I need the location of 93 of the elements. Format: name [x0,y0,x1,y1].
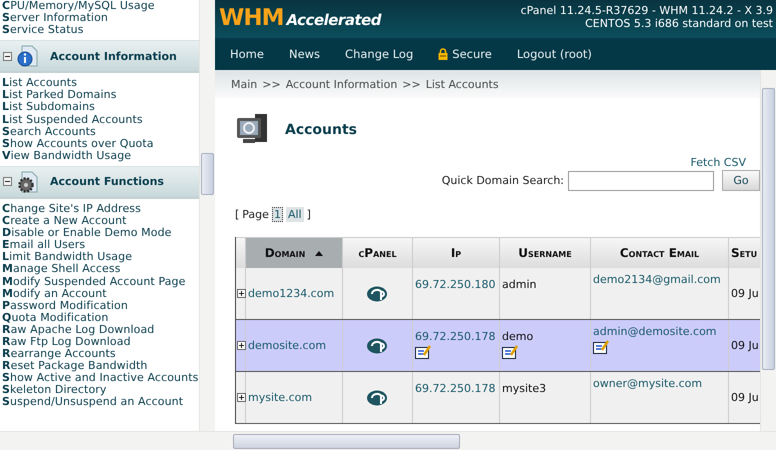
page-link[interactable]: 1 [272,207,283,222]
breadcrumb-separator: >> [402,78,421,90]
table-row[interactable]: demosite.com 69.72.250.178 demo admin@demosite.com 09 Ju [236,320,760,372]
sidebar-section-header[interactable]: Account Information [0,40,199,74]
ip-link[interactable]: 69.72.250.178 [415,382,497,395]
username: mysite3 [502,382,548,395]
sidebar-link[interactable]: Quota Modification [2,312,199,324]
nav-link[interactable]: Change Log [345,47,414,61]
setup-date: 09 Ju [731,391,760,404]
page-link[interactable]: All [286,207,304,222]
sidebar-link[interactable]: CPU/Memory/MySQL Usage [2,0,199,12]
edit-icon[interactable] [502,345,518,359]
sidebar-link[interactable]: Raw Ftp Log Download [2,336,199,348]
sidebar-link[interactable]: Modify an Account [2,288,199,300]
collapse-toggle-icon[interactable] [3,52,12,61]
column-header[interactable]: Setu [729,238,760,268]
nav-link[interactable]: Secure [438,47,492,61]
section-title: Account Functions [50,175,164,188]
horizontal-scrollbar[interactable] [215,431,776,450]
cp-logo-icon[interactable] [366,390,390,406]
sidebar-link[interactable]: Show Accounts over Quota [2,138,199,150]
ip-link[interactable]: 69.72.250.178 [415,330,497,343]
nav-link[interactable]: Logout (root) [516,47,592,61]
page-title: Accounts [285,122,358,138]
setup-date: 09 Ju [731,287,760,300]
username: demo [502,330,534,343]
nav-link[interactable]: Home [230,47,264,61]
expand-icon[interactable] [237,289,246,298]
domain-link[interactable]: mysite.com [248,391,340,404]
fetch-csv-link[interactable]: Fetch CSV [690,156,746,169]
vertical-scrollbar[interactable] [760,70,776,431]
ip-link[interactable]: 69.72.250.180 [415,278,497,291]
sidebar-link[interactable]: Create a New Account [2,215,199,228]
sidebar-link[interactable]: View Bandwidth Usage [2,150,199,162]
table-row[interactable]: mysite.com 69.72.250.178 mysite3 owner@mysite.com 09 Ju [236,372,760,424]
domain-search-field[interactable] [568,170,714,190]
setup-date: 09 Ju [731,339,760,352]
nav-link[interactable]: News [288,47,320,61]
sidebar-link[interactable]: Modify Suspended Account Page [2,276,199,288]
sidebar-link[interactable]: Suspend/Unsuspend an Account [2,396,199,409]
vertical-scrollbar[interactable] [199,0,215,431]
sidebar-link[interactable]: Service Status [2,24,199,36]
sidebar-link[interactable]: Skeleton Directory [2,384,199,396]
edit-icon[interactable] [415,345,431,359]
expand-icon[interactable] [237,341,246,350]
sidebar-link[interactable]: Email all Users [2,239,199,252]
sidebar-link[interactable]: List Subdomains [2,101,199,114]
pagination-label: Page [242,208,269,221]
logo: WHMAccelerated [219,4,382,33]
sidebar-link[interactable]: Disable or Enable Demo Mode [2,227,199,240]
bracket: [ [235,208,240,221]
bracket: ] [306,208,311,221]
search-label: Quick Domain Search: [442,174,564,187]
breadcrumb-separator: >> [262,78,281,90]
sort-arrow-icon [315,250,324,256]
horizontal-scrollbar[interactable] [0,431,215,450]
lock-icon [438,48,448,60]
sidebar-link[interactable]: Search Accounts [2,126,199,138]
collapse-toggle-icon[interactable] [3,177,12,186]
sidebar-link[interactable]: Server Information [2,12,199,24]
username: admin [502,278,538,291]
breadcrumb-link[interactable]: List Accounts [426,78,499,90]
domain-link[interactable]: demosite.com [248,339,340,352]
edit-icon[interactable] [593,340,609,354]
sidebar-link[interactable]: Password Modification [2,300,199,312]
sidebar-link[interactable]: Limit Bandwidth Usage [2,251,199,264]
info-document-icon [16,44,40,68]
sidebar-link[interactable]: Rearrange Accounts [2,348,199,360]
sidebar-section-header[interactable]: Account Functions [0,166,199,199]
cp-logo-icon[interactable] [366,286,390,302]
domain-link[interactable]: demo1234.com [248,287,340,300]
version-info: CENTOS 5.3 i686 standard on test [584,17,773,30]
breadcrumb-link[interactable]: Account Information [286,78,398,90]
sidebar-link[interactable]: List Suspended Accounts [2,114,199,126]
sidebar-link[interactable]: Change Site's IP Address [2,202,199,216]
sidebar-link[interactable]: Show Active and Inactive Accounts [2,372,199,384]
version-info: cPanel 11.24.5-R37629 - WHM 11.24.2 - X 3.9 [520,4,773,17]
sidebar-link[interactable]: List Parked Domains [2,89,199,102]
column-header[interactable]: Domain [246,238,343,268]
cp-logo-icon[interactable] [366,338,390,354]
email-link[interactable]: owner@mysite.com [593,377,726,390]
section-title: Account Information [50,50,177,63]
email-link[interactable]: admin@demosite.com [593,325,726,338]
gear-document-icon [16,170,40,194]
sidebar-link[interactable]: Reset Package Bandwidth [2,360,199,372]
sidebar-link[interactable]: Raw Apache Log Download [2,324,199,336]
sidebar-link[interactable]: Manage Shell Access [2,263,199,276]
expand-icon[interactable] [237,393,246,402]
email-link[interactable]: demo2134@gmail.com [593,273,726,286]
go-button[interactable]: Go [722,170,760,191]
sidebar-link[interactable]: List Accounts [2,77,199,90]
table-row[interactable]: demo1234.com 69.72.250.180 admin demo2134@gmail.com 09 Ju [236,268,760,320]
breadcrumb-link[interactable]: Main [231,78,258,90]
